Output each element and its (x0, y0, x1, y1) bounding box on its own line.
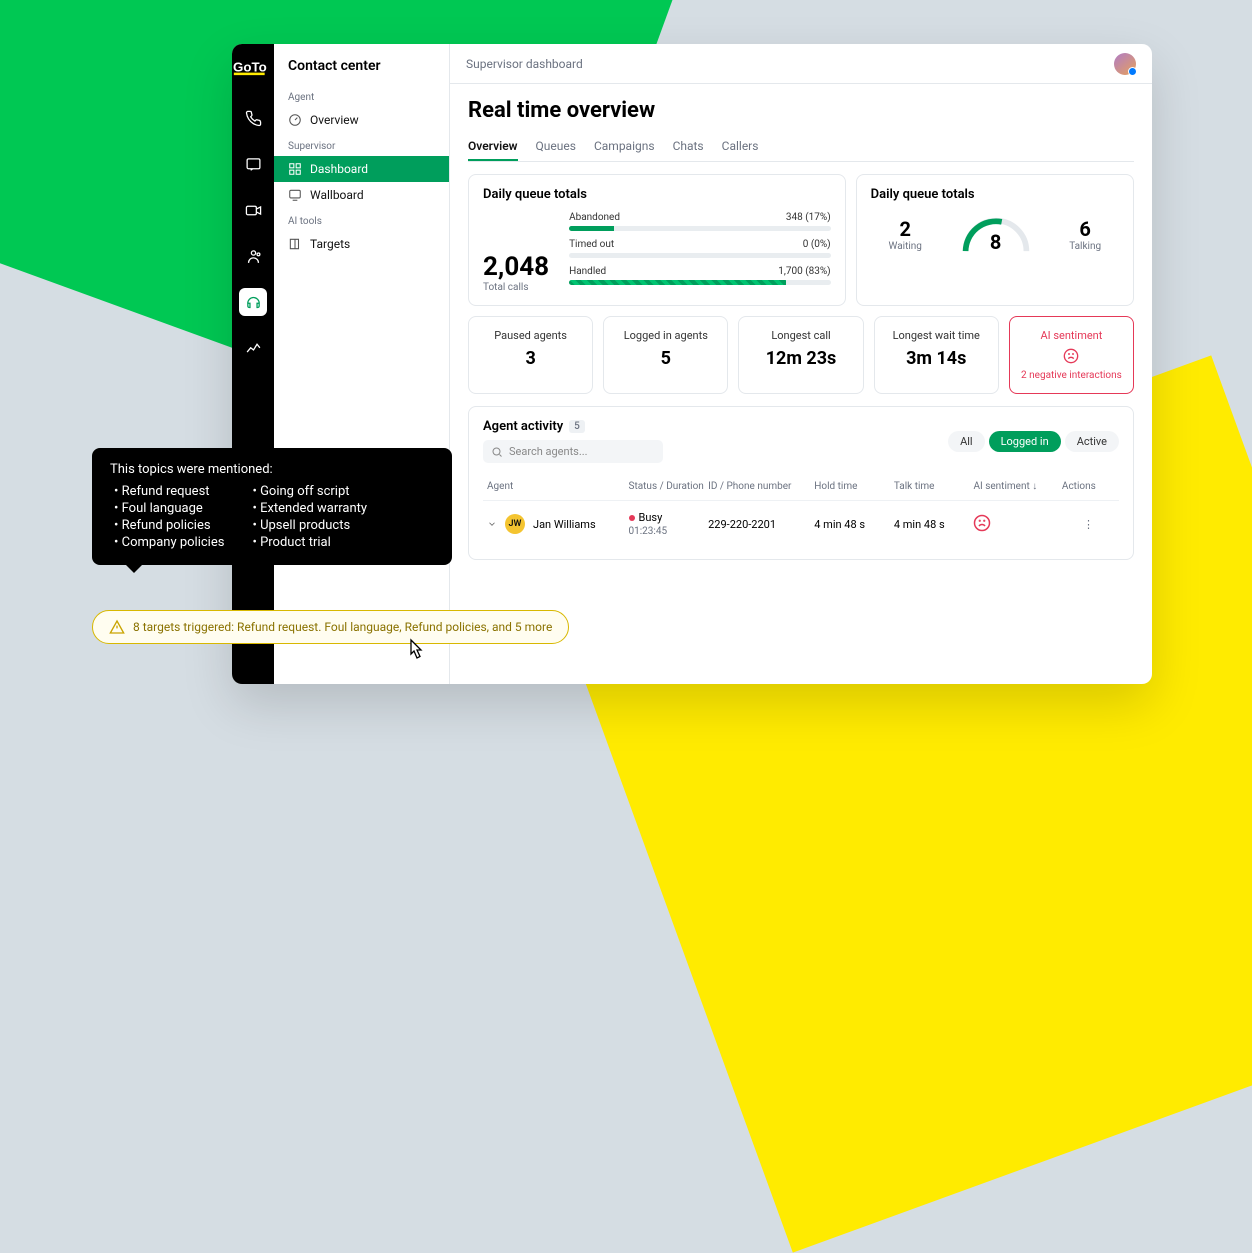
tab-queues[interactable]: Queues (536, 133, 576, 161)
page-title: Real time overview (468, 98, 1134, 123)
section-supervisor: Supervisor (274, 133, 449, 156)
tile-longest-call: Longest call12m 23s (738, 316, 863, 394)
nav-dashboard[interactable]: Dashboard (274, 156, 449, 182)
sentiment-sad-icon (973, 514, 1061, 535)
rail-analytics-icon[interactable] (239, 334, 267, 362)
rail-headset-icon[interactable] (239, 288, 267, 316)
filter-pills: All Logged in Active (948, 431, 1119, 452)
filter-active[interactable]: Active (1065, 431, 1119, 452)
tab-overview[interactable]: Overview (468, 133, 518, 161)
nav-wallboard[interactable]: Wallboard (274, 182, 449, 208)
sidenav: Contact center Agent Overview Supervisor… (274, 44, 450, 684)
tabs: Overview Queues Campaigns Chats Callers (468, 133, 1134, 162)
icon-rail: GoTo (232, 44, 274, 684)
nav-overview[interactable]: Overview (274, 107, 449, 133)
nav-targets[interactable]: Targets (274, 231, 449, 257)
sidenav-title: Contact center (274, 54, 449, 84)
status-dot-icon (629, 515, 635, 521)
sad-face-icon (1018, 348, 1125, 368)
search-icon (491, 446, 503, 458)
rail-people-icon[interactable] (239, 242, 267, 270)
tile-paused: Paused agents3 (468, 316, 593, 394)
tile-loggedin: Logged in agents5 (603, 316, 728, 394)
rail-chat-icon[interactable] (239, 150, 267, 178)
section-agent: Agent (274, 84, 449, 107)
topics-tooltip: This topics were mentioned: Refund reque… (92, 448, 452, 565)
rail-phone-icon[interactable] (239, 104, 267, 132)
total-calls-value: 2,048 (483, 252, 549, 282)
table-header: Agent Status / Duration ID / Phone numbe… (483, 473, 1119, 501)
app-window: GoTo Contact center Agent Overview Super… (232, 44, 1152, 684)
tile-sentiment[interactable]: AI sentiment 2 negative interactions (1009, 316, 1134, 394)
rail-video-icon[interactable] (239, 196, 267, 224)
agent-name: Jan Williams (533, 518, 596, 531)
chevron-down-icon[interactable] (487, 519, 497, 529)
breadcrumb: Supervisor dashboard (466, 57, 583, 71)
gauge-icon: 8 (958, 212, 1034, 256)
topbar: Supervisor dashboard (450, 44, 1152, 84)
targets-alert[interactable]: 8 targets triggered: Refund request. Fou… (92, 610, 569, 644)
tab-campaigns[interactable]: Campaigns (594, 133, 655, 161)
svg-text:GoTo: GoTo (233, 59, 267, 74)
user-avatar[interactable] (1114, 53, 1136, 75)
agent-activity-card: Agent activity5 Search agents... All Log… (468, 406, 1134, 560)
goto-logo: GoTo (233, 54, 273, 80)
table-row[interactable]: JW Jan Williams Busy 01:23:45 229-220-22… (483, 501, 1119, 547)
agent-avatar: JW (505, 514, 525, 534)
total-calls-label: Total calls (483, 282, 549, 293)
warning-icon (109, 619, 125, 635)
search-input[interactable]: Search agents... (483, 440, 663, 463)
hold-time: 4 min 48 s (814, 518, 894, 531)
phone-number: 229-220-2201 (708, 518, 814, 531)
section-aitools: AI tools (274, 208, 449, 231)
talk-time: 4 min 48 s (894, 518, 974, 531)
tile-longest-wait: Longest wait time3m 14s (874, 316, 999, 394)
filter-loggedin[interactable]: Logged in (989, 431, 1061, 452)
cursor-icon (404, 638, 426, 667)
card-daily-queue-1: Daily queue totals 2,048 Total calls Aba… (468, 174, 846, 306)
card-daily-queue-2: Daily queue totals 2Waiting 8 6Talking (856, 174, 1134, 306)
row-actions-icon[interactable]: ⋮ (1062, 518, 1115, 531)
main-area: Supervisor dashboard Real time overview … (450, 44, 1152, 684)
tab-chats[interactable]: Chats (673, 133, 704, 161)
tab-callers[interactable]: Callers (722, 133, 759, 161)
filter-all[interactable]: All (948, 431, 985, 452)
